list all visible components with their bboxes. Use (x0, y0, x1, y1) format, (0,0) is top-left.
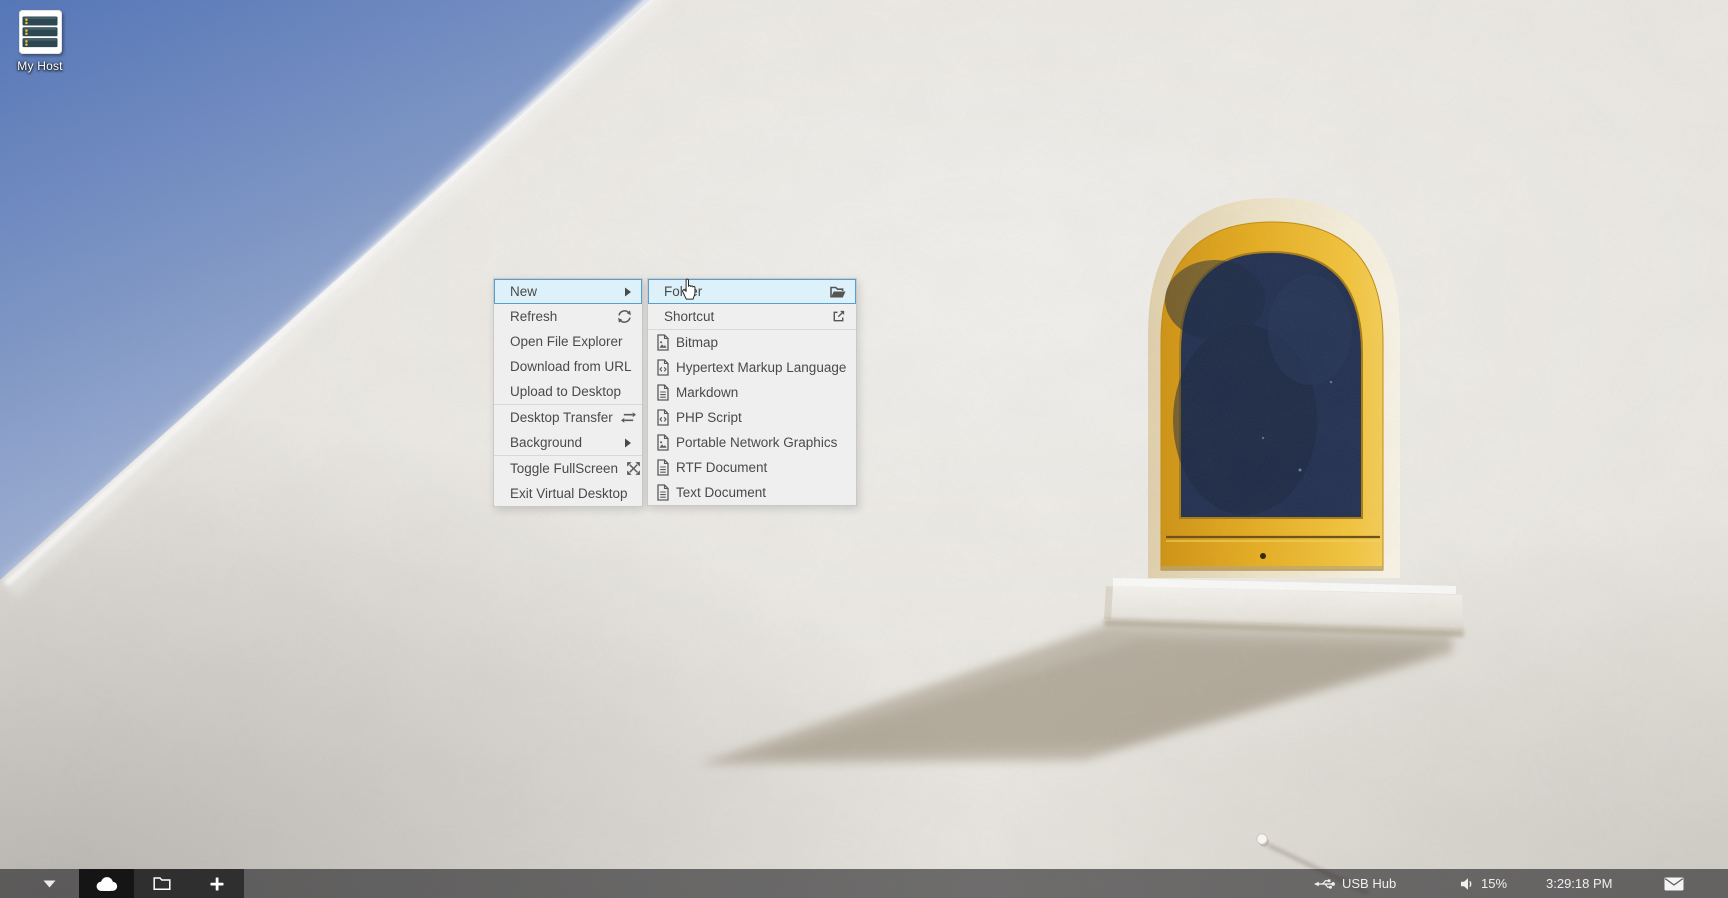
taskbar-volume-status[interactable]: 15% (1460, 869, 1507, 898)
menu-item-refresh[interactable]: Refresh (494, 304, 642, 329)
taskbar: USB Hub 15% 3:29:18 PM (0, 869, 1728, 898)
expand-icon (626, 461, 641, 476)
file-lines-icon (656, 484, 670, 501)
taskbar-file-explorer-button[interactable] (134, 869, 189, 898)
desktop-context-menu: New Refresh Open File Explorer Download … (493, 278, 643, 507)
desktop-icon-label: My Host (9, 59, 71, 73)
taskbar-cloud-button[interactable] (79, 869, 134, 898)
file-lines-icon (656, 459, 670, 476)
speaker-icon (1460, 877, 1474, 891)
caret-right-icon (624, 438, 632, 448)
volume-label: 15% (1481, 876, 1507, 891)
menu-item-desktop-transfer[interactable]: Desktop Transfer (494, 405, 642, 430)
menu-item-upload-to-desktop[interactable]: Upload to Desktop (494, 379, 642, 404)
submenu-item-html[interactable]: Hypertext Markup Language (648, 355, 856, 380)
submenu-item-rtf-document[interactable]: RTF Document (648, 455, 856, 480)
transfer-icon (621, 410, 636, 425)
external-link-icon (831, 309, 846, 324)
usb-label: USB Hub (1342, 876, 1396, 891)
submenu-item-png[interactable]: Portable Network Graphics (648, 430, 856, 455)
caret-right-icon (624, 287, 632, 297)
desktop-surface[interactable] (0, 0, 1728, 898)
server-icon (19, 10, 62, 54)
file-image-icon (656, 434, 670, 451)
cloud-icon (94, 875, 119, 892)
chevron-down-icon (43, 880, 56, 888)
taskbar-mail-button[interactable] (1664, 869, 1684, 898)
taskbar-usb-status[interactable]: USB Hub (1314, 869, 1396, 898)
taskbar-clock: 3:29:18 PM (1546, 869, 1613, 898)
submenu-item-markdown[interactable]: Markdown (648, 380, 856, 405)
desktop-icon-my-host[interactable]: My Host (9, 10, 71, 73)
file-lines-icon (656, 384, 670, 401)
menu-item-toggle-fullscreen[interactable]: Toggle FullScreen (494, 456, 642, 481)
submenu-item-text-document[interactable]: Text Document (648, 480, 856, 505)
folder-open-icon (830, 285, 846, 299)
file-image-icon (656, 334, 670, 351)
menu-item-open-file-explorer[interactable]: Open File Explorer (494, 329, 642, 354)
submenu-item-php-script[interactable]: PHP Script (648, 405, 856, 430)
menu-item-background[interactable]: Background (494, 430, 642, 455)
file-code-icon (656, 359, 670, 376)
new-submenu: Folder Shortcut Bitmap Hypertext Markup … (647, 278, 857, 506)
submenu-item-folder[interactable]: Folder (648, 279, 856, 304)
wallpaper-photo (0, 0, 1728, 898)
file-code-icon (656, 409, 670, 426)
envelope-icon (1664, 877, 1684, 891)
folder-icon (153, 876, 171, 891)
clock-label: 3:29:18 PM (1546, 876, 1613, 891)
submenu-item-shortcut[interactable]: Shortcut (648, 304, 856, 329)
taskbar-chevron-button[interactable] (43, 869, 56, 898)
menu-item-exit-virtual-desktop[interactable]: Exit Virtual Desktop (494, 481, 642, 506)
menu-item-download-from-url[interactable]: Download from URL (494, 354, 642, 379)
menu-item-new[interactable]: New (494, 279, 642, 304)
refresh-icon (617, 309, 632, 324)
taskbar-add-button[interactable] (189, 869, 244, 898)
usb-icon (1314, 878, 1335, 890)
plus-icon (210, 877, 224, 891)
submenu-item-bitmap[interactable]: Bitmap (648, 330, 856, 355)
